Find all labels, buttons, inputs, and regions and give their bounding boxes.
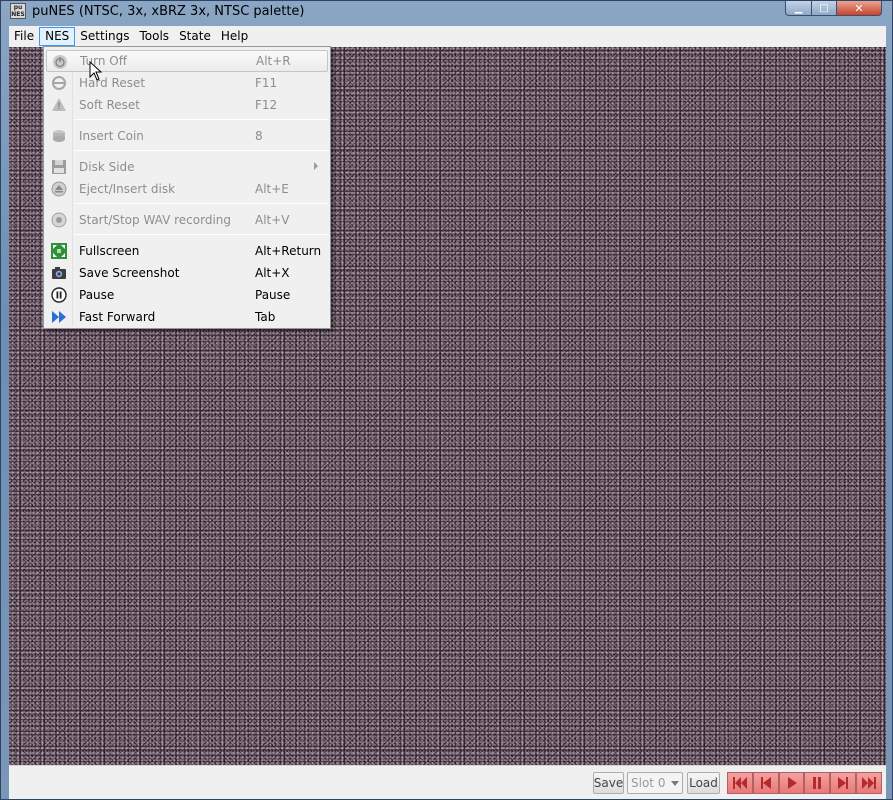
load-state-button[interactable]: Load [687,772,720,794]
menu-item-shortcut: Alt+R [256,54,291,68]
menu-item-label: Fast Forward [79,310,156,324]
minimize-button[interactable]: ▁ [785,1,812,16]
slot-select[interactable]: Slot 0 [627,772,683,794]
menu-item-pause[interactable]: Pause Pause [46,284,328,306]
menu-separator [74,234,328,235]
menu-help[interactable]: Help [216,27,253,46]
step-forward-icon [838,777,849,789]
app-window: pu NES puNES (NTSC, 3x, xBRZ 3x, NTSC pal… [0,0,893,800]
record-icon [51,212,67,228]
eject-icon [51,181,67,197]
title-bar[interactable]: pu NES puNES (NTSC, 3x, xBRZ 3x, NTSC pal… [1,1,892,23]
menu-item-shortcut: Alt+V [255,213,290,227]
step-back-icon [760,777,771,789]
menu-item-shortcut: F12 [255,98,278,112]
play-button[interactable] [778,772,805,794]
menu-nes[interactable]: NES [39,27,76,46]
menu-item-label: Insert Coin [79,129,144,143]
step-forward-button[interactable] [830,772,857,794]
menu-item-shortcut: Alt+X [255,266,290,280]
menu-item-shortcut: Alt+Return [255,244,322,258]
menu-item-shortcut: Tab [255,310,276,324]
minimize-icon: ▁ [794,2,803,14]
menu-item-label: Disk Side [79,160,135,174]
close-button[interactable]: ✕ [836,1,882,16]
pause-button[interactable] [804,772,831,794]
menu-file[interactable]: File [9,27,39,46]
fast-forward-icon [52,311,66,323]
rewind-to-start-button[interactable] [727,772,753,794]
menu-item-fast-forward[interactable]: Fast Forward Tab [46,306,328,328]
menu-tools[interactable]: Tools [135,27,175,46]
status-bar: Save Slot 0 Load [9,765,886,799]
close-icon: ✕ [854,1,864,15]
punes-app-icon: pu NES [10,3,26,19]
play-icon [787,777,797,789]
menu-bar: File NES Settings Tools State Help [9,26,886,47]
power-icon [53,55,67,69]
menu-item-soft-reset[interactable]: Soft Reset F12 [46,94,328,116]
nes-dropdown-menu: Turn Off Alt+R Hard Reset F11 Soft Reset… [43,46,331,329]
menu-item-shortcut: 8 [255,129,263,143]
menu-separator [74,150,328,151]
menu-item-label: Pause [79,288,115,302]
pause-icon [51,287,67,303]
disk-icon [52,160,66,174]
menu-separator [74,119,328,120]
slot-value: Slot 0 [631,776,666,790]
submenu-arrow-icon [314,162,318,170]
menu-item-shortcut: Alt+E [255,182,289,196]
fast-forward-end-icon [862,777,877,789]
menu-item-eject-insert-disk[interactable]: Eject/Insert disk Alt+E [46,178,328,200]
playback-controls [727,772,882,794]
menu-state[interactable]: State [174,27,216,46]
save-state-button[interactable]: Save [593,772,624,794]
menu-item-label: Soft Reset [79,98,141,112]
fullscreen-icon [51,243,67,259]
maximize-icon: □ [819,2,829,14]
menu-settings[interactable]: Settings [75,27,134,46]
fast-forward-end-button[interactable] [856,772,882,794]
menu-item-shortcut: Pause [255,288,291,302]
step-back-button[interactable] [752,772,779,794]
rewind-to-start-icon [732,777,747,789]
menu-item-disk-side[interactable]: Disk Side [46,156,328,178]
menu-item-fullscreen[interactable]: Fullscreen Alt+Return [46,240,328,262]
menu-item-shortcut: F11 [255,76,278,90]
mouse-cursor-icon [89,61,103,81]
coin-icon [53,130,65,142]
menu-item-label: Turn Off [80,54,127,68]
chevron-down-icon [671,780,679,786]
menu-item-label: Start/Stop WAV recording [79,213,232,227]
pause-icon [813,777,822,789]
menu-item-insert-coin[interactable]: Insert Coin 8 [46,125,328,147]
menu-item-save-screenshot[interactable]: Save Screenshot Alt+X [46,262,328,284]
menu-item-label: Save Screenshot [79,266,180,280]
menu-separator [74,203,328,204]
menu-item-wav-recording[interactable]: Start/Stop WAV recording Alt+V [46,209,328,231]
menu-item-label: Eject/Insert disk [79,182,176,196]
menu-item-label: Fullscreen [79,244,140,258]
camera-icon [52,267,66,279]
warning-icon [52,98,66,111]
hard-reset-icon [52,76,66,90]
maximize-button[interactable]: □ [811,1,837,16]
window-title: puNES (NTSC, 3x, xBRZ 3x, NTSC palette) [32,4,305,19]
